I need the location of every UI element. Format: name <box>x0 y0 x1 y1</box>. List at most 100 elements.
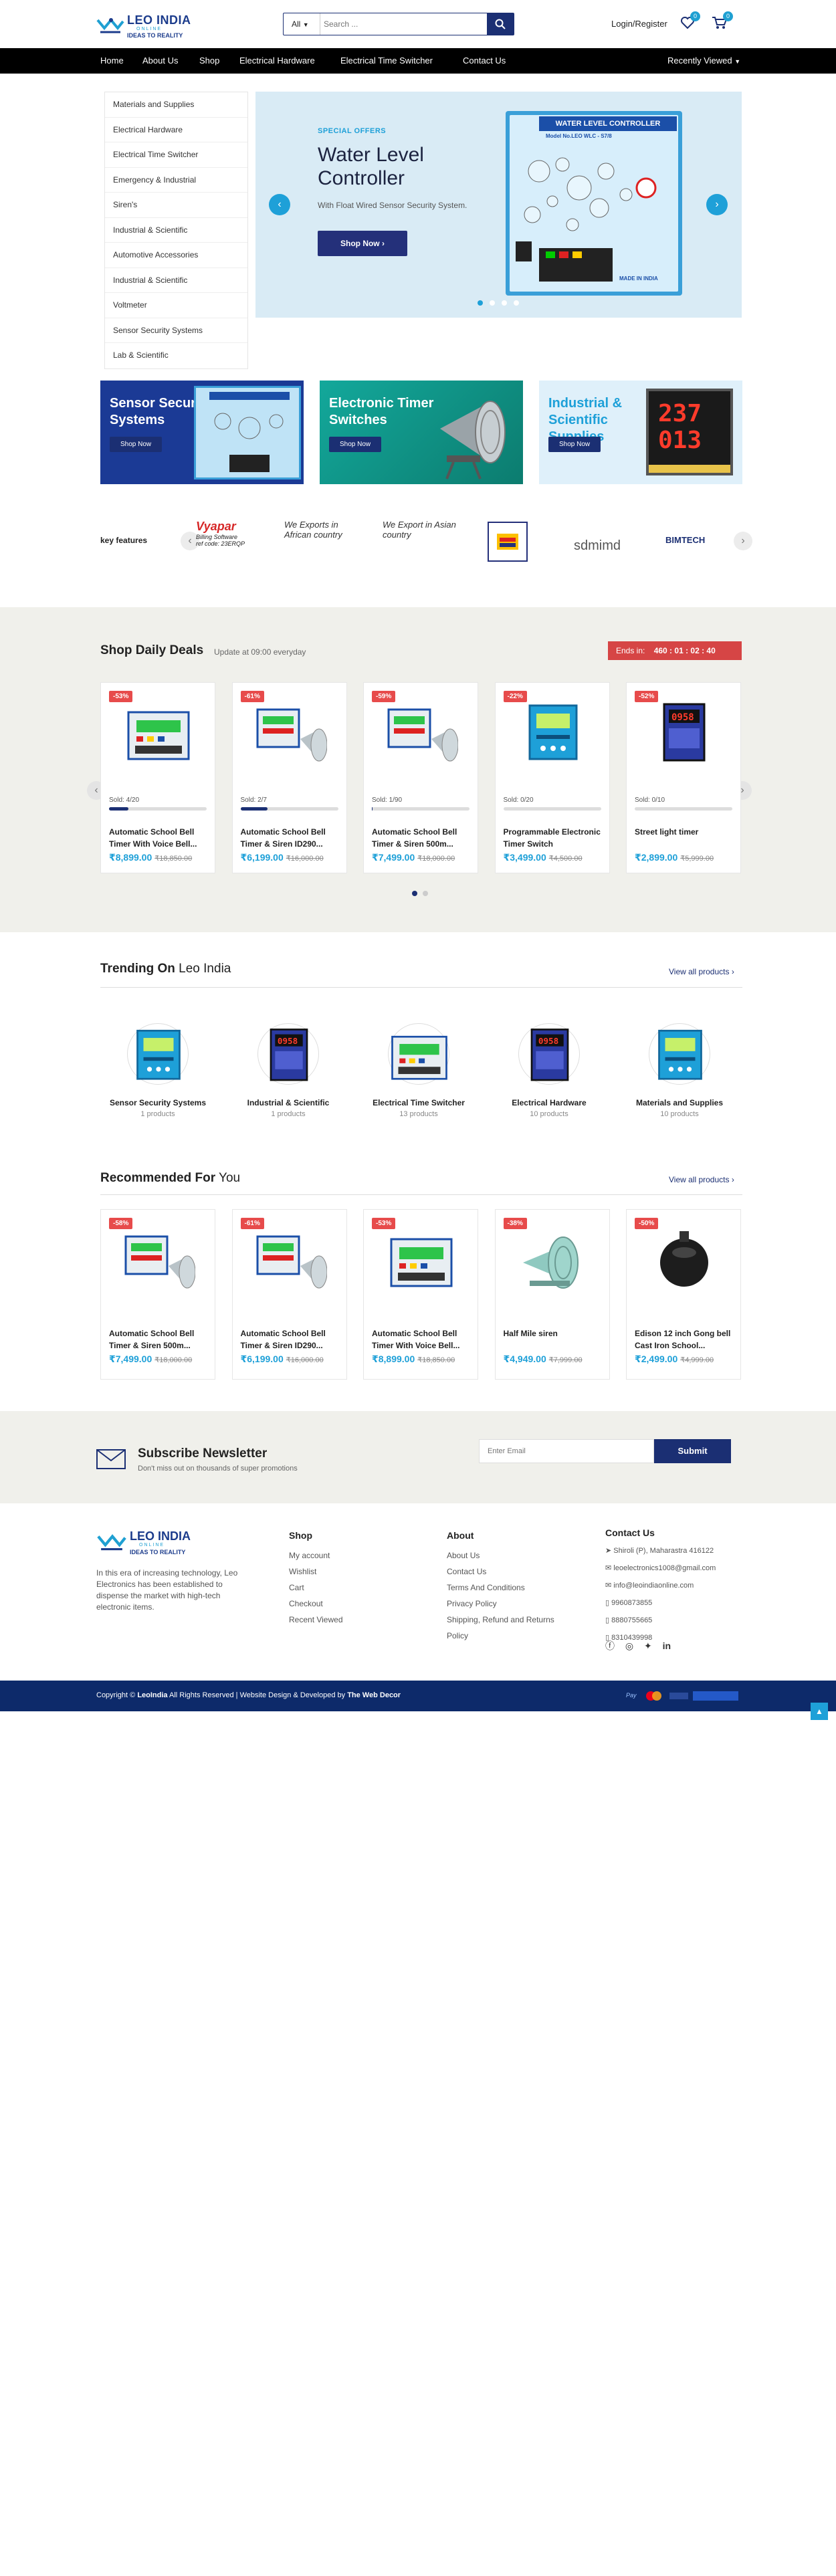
sidebar-item[interactable]: Voltmeter <box>105 293 247 318</box>
instagram-icon[interactable]: ◎ <box>625 1640 633 1651</box>
recommended-product-card[interactable]: -58% Automatic School Bell Timer & Siren … <box>100 1209 215 1380</box>
deal-product-card[interactable]: -52% 0958 Sold: 0/10 Street light timer ₹2,8… <box>626 682 741 873</box>
category-name[interactable]: Sensor Security Systems <box>108 1097 208 1109</box>
footer-email-1[interactable]: ✉ leoelectronics1008@gmail.com <box>605 1560 716 1577</box>
cart-button[interactable]: 0 <box>712 11 733 29</box>
footer-link-privacy[interactable]: Privacy Policy <box>447 1596 554 1612</box>
brand-africa[interactable]: We Exports in African country <box>284 520 358 560</box>
search-category-select[interactable]: All ▼ <box>284 13 320 35</box>
deal-product-card[interactable]: -59% Sold: 1/90 Automatic School Bell Time… <box>363 682 478 873</box>
slide-dot[interactable] <box>478 300 483 306</box>
category-image[interactable] <box>388 1023 449 1085</box>
product-image[interactable] <box>647 1226 721 1296</box>
category-name[interactable]: Materials and Supplies <box>629 1097 730 1109</box>
slide-dot[interactable] <box>490 300 495 306</box>
sidebar-item[interactable]: Electrical Time Switcher <box>105 142 247 168</box>
promo-shop-now-button[interactable]: Shop Now <box>548 437 601 452</box>
nav-contact-us[interactable]: Contact Us <box>463 56 506 66</box>
sidebar-item[interactable]: Industrial & Scientific <box>105 218 247 243</box>
brand-asia[interactable]: We Export in Asian country <box>383 520 456 560</box>
category-name[interactable]: Industrial & Scientific <box>238 1097 338 1109</box>
recommended-view-all-link[interactable]: View all products › <box>669 1175 734 1184</box>
product-title[interactable]: Automatic School Bell Timer & Siren 500m… <box>372 826 472 850</box>
nav-electrical-time-switcher[interactable]: Electrical Time Switcher <box>340 56 433 66</box>
trending-category[interactable]: Sensor Security Systems 1 products <box>108 1023 208 1118</box>
product-image[interactable] <box>253 699 327 769</box>
footer-link-contact-us[interactable]: Contact Us <box>447 1564 554 1580</box>
linkedin-icon[interactable]: in <box>663 1640 671 1651</box>
category-name[interactable]: Electrical Hardware <box>499 1097 599 1109</box>
product-title[interactable]: Edison 12 inch Gong bell Cast Iron Schoo… <box>635 1327 735 1352</box>
promo-shop-now-button[interactable]: Shop Now <box>329 437 382 452</box>
product-image[interactable] <box>516 1226 590 1296</box>
nav-about-us[interactable]: About Us <box>142 56 178 66</box>
footer-link-terms[interactable]: Terms And Conditions <box>447 1580 554 1596</box>
category-image[interactable] <box>649 1023 710 1085</box>
nav-electrical-hardware[interactable]: Electrical Hardware <box>239 56 315 66</box>
nav-recently-viewed[interactable]: Recently Viewed ▼ <box>667 56 740 66</box>
hero-next-button[interactable]: › <box>706 194 728 215</box>
hero-prev-button[interactable]: ‹ <box>269 194 290 215</box>
category-image[interactable]: 0958 <box>518 1023 580 1085</box>
sidebar-item[interactable]: Materials and Supplies <box>105 92 247 118</box>
footer-phone-1[interactable]: ▯ 9960873855 <box>605 1594 716 1612</box>
nav-home[interactable]: Home <box>100 56 124 66</box>
recommended-product-card[interactable]: -50% Edison 12 inch Gong bell Cast Iron S… <box>626 1209 741 1380</box>
sidebar-item[interactable]: Electrical Hardware <box>105 118 247 142</box>
deals-dot[interactable] <box>423 891 428 896</box>
promo-banner-industrial[interactable]: Industrial & Scientific Supplies Shop No… <box>539 381 742 484</box>
scroll-to-top-button[interactable]: ▲ <box>811 1703 828 1720</box>
wishlist-button[interactable]: 0 <box>680 11 700 29</box>
footer-link-cart[interactable]: Cart <box>289 1580 343 1596</box>
hero-shop-now-button[interactable]: Shop Now › <box>318 231 407 256</box>
site-logo[interactable]: LEO INDIA ONLINE IDEAS TO REALITY <box>96 12 207 40</box>
trending-category[interactable]: Electrical Time Switcher 13 products <box>369 1023 469 1118</box>
trending-category[interactable]: Materials and Supplies 10 products <box>629 1023 730 1118</box>
trending-view-all-link[interactable]: View all products › <box>669 967 734 976</box>
promo-banner-timer[interactable]: Electronic Timer Switches Shop Now <box>320 381 523 484</box>
brand-sdm[interactable]: sdmimd <box>574 538 647 578</box>
copyright-developer[interactable]: The Web Decor <box>347 1691 401 1699</box>
brand-badge-logo[interactable] <box>488 522 528 562</box>
promo-shop-now-button[interactable]: Shop Now <box>110 437 163 452</box>
nav-shop[interactable]: Shop <box>199 56 219 66</box>
footer-link-my-account[interactable]: My account <box>289 1547 343 1564</box>
category-image[interactable] <box>127 1023 189 1085</box>
footer-link-about-us[interactable]: About Us <box>447 1547 554 1564</box>
product-title[interactable]: Half Mile siren <box>504 1327 604 1339</box>
sidebar-item[interactable]: Lab & Scientific <box>105 343 247 368</box>
category-image[interactable]: 0958 <box>257 1023 319 1085</box>
footer-link-policy[interactable]: Policy <box>447 1628 554 1644</box>
product-title[interactable]: Programmable Electronic Timer Switch <box>504 826 604 850</box>
slide-dot[interactable] <box>514 300 519 306</box>
twitter-icon[interactable]: ✦ <box>644 1640 652 1651</box>
recommended-product-card[interactable]: -53% Automatic School Bell Timer With Voi… <box>363 1209 478 1380</box>
sidebar-item[interactable]: Siren's <box>105 193 247 218</box>
newsletter-submit-button[interactable]: Submit <box>654 1439 731 1463</box>
deal-product-card[interactable]: -61% Sold: 2/7 Automatic School Bell Timer… <box>231 682 347 873</box>
footer-phone-2[interactable]: ▯ 8880755665 <box>605 1612 716 1629</box>
deal-product-card[interactable]: -22% Sold: 0/20 Programmable Electronic Ti… <box>494 682 610 873</box>
product-image[interactable] <box>253 1226 327 1296</box>
trending-category[interactable]: 0958 Electrical Hardware 10 products <box>499 1023 599 1118</box>
login-register-link[interactable]: Login/Register <box>611 19 667 29</box>
copyright-brand[interactable]: LeoIndia <box>137 1691 167 1699</box>
category-name[interactable]: Electrical Time Switcher <box>369 1097 469 1109</box>
sidebar-item[interactable]: Emergency & Industrial <box>105 168 247 193</box>
footer-link-recent-viewed[interactable]: Recent Viewed <box>289 1612 343 1628</box>
newsletter-email-input[interactable] <box>479 1439 654 1463</box>
brand-vyapar[interactable]: Vyapar Billing Software ref code: 23ERQP <box>196 520 270 560</box>
product-title[interactable]: Street light timer <box>635 826 735 838</box>
product-image[interactable] <box>385 1226 458 1296</box>
search-button[interactable] <box>487 13 514 35</box>
product-title[interactable]: Automatic School Bell Timer With Voice B… <box>372 1327 472 1352</box>
sidebar-item[interactable]: Industrial & Scientific <box>105 268 247 293</box>
brand-bimtech[interactable]: BIMTECH <box>665 535 739 575</box>
sidebar-item[interactable]: Sensor Security Systems <box>105 318 247 343</box>
slide-dot[interactable] <box>502 300 507 306</box>
product-title[interactable]: Automatic School Bell Timer With Voice B… <box>109 826 209 850</box>
product-title[interactable]: Automatic School Bell Timer & Siren ID29… <box>241 1327 341 1352</box>
product-image[interactable]: 0958 <box>647 699 721 769</box>
product-image[interactable] <box>122 699 195 769</box>
footer-link-shipping[interactable]: Shipping, Refund and Returns <box>447 1612 554 1628</box>
